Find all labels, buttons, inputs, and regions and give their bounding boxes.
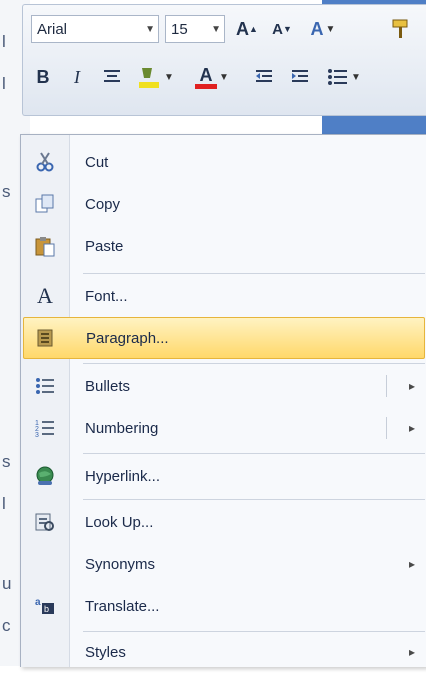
document-text: l — [2, 32, 6, 51]
svg-text:b: b — [44, 604, 49, 614]
menu-separator — [83, 273, 425, 274]
menu-item-label: Synonyms — [85, 555, 156, 573]
copy-icon — [23, 183, 67, 225]
font-size-value: 15 — [171, 21, 188, 38]
context-menu: Cut Copy Paste A Font... Paragraph... Bu… — [20, 134, 426, 667]
italic-icon: I — [74, 66, 80, 87]
svg-text:3: 3 — [35, 432, 39, 439]
menu-item-label: Look Up... — [85, 513, 154, 531]
menu-separator — [83, 363, 425, 364]
submenu-divider — [386, 417, 387, 439]
font-icon: A — [37, 283, 53, 308]
shrink-font-icon: A — [272, 20, 283, 38]
bullets-toolbar-button[interactable]: ▼ — [321, 63, 367, 91]
chevron-down-icon[interactable]: ▼ — [145, 16, 155, 44]
menu-item-translate[interactable]: ab Translate... — [23, 585, 425, 627]
center-button[interactable] — [97, 63, 127, 91]
hyperlink-icon — [23, 455, 67, 497]
menu-item-label: Bullets — [85, 377, 131, 395]
menu-item-copy[interactable]: Copy — [23, 183, 425, 225]
format-painter-button[interactable] — [383, 15, 419, 43]
decrease-indent-button[interactable] — [249, 63, 279, 91]
submenu-arrow-icon[interactable]: ▸ — [409, 557, 415, 571]
font-color-icon: A — [199, 65, 213, 85]
grow-font-icon: A — [236, 18, 250, 39]
grow-font-button[interactable]: A ▲ — [231, 15, 263, 43]
bullets-icon — [23, 365, 67, 407]
menu-item-numbering[interactable]: 123 Numbering ▸ — [23, 407, 425, 449]
lookup-icon — [23, 501, 67, 543]
font-name-value: Arial — [37, 21, 68, 38]
font-size-combobox[interactable]: 15 ▼ — [165, 15, 225, 43]
submenu-arrow-icon[interactable]: ▸ — [409, 379, 415, 393]
italic-button[interactable]: I — [63, 63, 91, 91]
menu-item-label: Font... — [85, 287, 128, 305]
highlighter-icon — [139, 68, 160, 88]
menu-item-hyperlink[interactable]: Hyperlink... — [23, 455, 425, 497]
menu-separator — [83, 499, 425, 500]
submenu-arrow-icon[interactable]: ▸ — [409, 421, 415, 435]
menu-item-label: Styles — [85, 643, 126, 661]
numbering-icon: 123 — [23, 407, 67, 449]
menu-item-bullets[interactable]: Bullets ▸ — [23, 365, 425, 407]
shrink-font-button[interactable]: A ▼ — [267, 15, 297, 43]
menu-item-label: Copy — [85, 195, 121, 213]
mini-toolbar: Arial ▼ 15 ▼ A ▲ A ▼ A ▼ B I ▼ A ▼ ▼ — [22, 4, 426, 116]
document-text: l — [2, 74, 6, 93]
document-text: u — [2, 574, 12, 593]
paragraph-icon — [24, 317, 68, 359]
document-text: s — [2, 452, 11, 471]
submenu-divider — [386, 375, 387, 397]
align-center-icon — [104, 70, 120, 82]
submenu-arrow-icon[interactable]: ▸ — [409, 645, 415, 659]
bold-icon: B — [36, 66, 50, 87]
document-text: c — [2, 616, 11, 635]
font-color-bar — [195, 84, 218, 89]
menu-item-label: Cut — [85, 153, 109, 171]
svg-text:a: a — [35, 597, 41, 608]
styles-icon: A — [310, 18, 324, 39]
document-text: s — [2, 182, 11, 201]
menu-item-styles[interactable]: Styles ▸ — [23, 631, 425, 673]
menu-item-synonyms[interactable]: Synonyms ▸ — [23, 543, 425, 585]
format-painter-icon — [392, 19, 408, 38]
paste-icon — [23, 225, 67, 267]
menu-separator — [83, 453, 425, 454]
decrease-indent-icon — [256, 70, 272, 82]
menu-item-font[interactable]: A Font... — [23, 275, 425, 317]
document-text: l — [2, 494, 6, 513]
scissors-icon — [23, 141, 67, 183]
menu-item-label: Hyperlink... — [85, 467, 161, 485]
increase-indent-button[interactable] — [285, 63, 315, 91]
font-name-combobox[interactable]: Arial ▼ — [31, 15, 159, 43]
menu-item-label: Translate... — [85, 597, 160, 615]
menu-item-label: Numbering — [85, 419, 159, 437]
menu-item-label: Paragraph... — [86, 329, 169, 347]
translate-icon: ab — [23, 585, 67, 627]
font-color-button[interactable]: A ▼ — [187, 63, 237, 91]
increase-indent-icon — [292, 70, 308, 82]
menu-item-paste[interactable]: Paste — [23, 225, 425, 267]
bold-button[interactable]: B — [29, 63, 57, 91]
menu-item-look-up[interactable]: Look Up... — [23, 501, 425, 543]
styles-button[interactable]: A ▼ — [303, 15, 343, 43]
highlight-color-button[interactable]: ▼ — [133, 63, 177, 91]
menu-item-cut[interactable]: Cut — [23, 141, 425, 183]
menu-item-label: Paste — [85, 237, 124, 255]
chevron-down-icon[interactable]: ▼ — [211, 16, 221, 44]
menu-item-paragraph[interactable]: Paragraph... — [23, 317, 425, 359]
bullets-icon — [328, 69, 348, 85]
